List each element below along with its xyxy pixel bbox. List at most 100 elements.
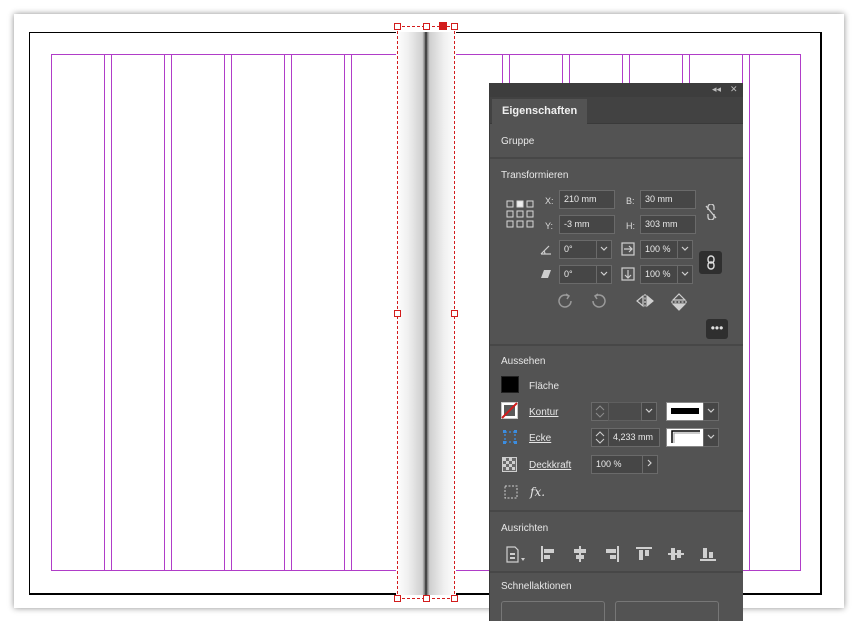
- corner-shape-dropdown[interactable]: [703, 428, 719, 447]
- column-guide: [749, 55, 750, 570]
- opacity-checker-icon: [502, 457, 517, 472]
- panel-title-bar[interactable]: ◂◂ ✕: [490, 83, 743, 97]
- reference-point-icon[interactable]: [506, 200, 534, 228]
- stroke-type-preview: [671, 408, 699, 414]
- stepper-arrows-icon: [595, 405, 605, 418]
- rotate-counterclockwise-icon[interactable]: [590, 292, 608, 310]
- close-panel-icon[interactable]: ✕: [730, 84, 738, 95]
- quick-action-button-2[interactable]: [615, 601, 719, 621]
- rotation-angle-dropdown[interactable]: [596, 240, 612, 259]
- chevron-down-icon: [645, 408, 653, 413]
- y-label: Y:: [545, 221, 554, 231]
- opacity-label[interactable]: Deckkraft: [529, 460, 571, 471]
- transform-section-title: Transformieren: [501, 170, 569, 181]
- corner-size-stepper[interactable]: [591, 428, 609, 447]
- x-position-field[interactable]: 210 mm: [559, 190, 615, 209]
- ellipsis-icon: •••: [710, 321, 724, 335]
- effects-fx-button[interactable]: fx.: [530, 485, 545, 499]
- align-horizontal-centers-icon[interactable]: [572, 546, 588, 562]
- shear-angle-dropdown[interactable]: [596, 265, 612, 284]
- rotate-clockwise-icon[interactable]: [556, 292, 574, 310]
- stroke-weight-field[interactable]: [608, 402, 642, 421]
- scale-y-dropdown[interactable]: [677, 265, 693, 284]
- selection-handle-top-left[interactable]: [394, 23, 401, 30]
- x-label: X:: [545, 196, 554, 206]
- scale-x-icon: [621, 242, 635, 256]
- h-label: H:: [626, 221, 635, 231]
- section-divider: [490, 510, 743, 512]
- tab-eigenschaften[interactable]: Eigenschaften: [492, 99, 587, 124]
- chevron-down-icon: [600, 271, 608, 276]
- stroke-weight-dropdown[interactable]: [641, 402, 657, 421]
- chevron-down-icon: [681, 246, 689, 251]
- stroke-weight-stepper[interactable]: [591, 402, 609, 421]
- shear-angle-field[interactable]: 0°: [559, 265, 597, 284]
- reference-point-marker[interactable]: [439, 22, 447, 30]
- text-wrap-frame-icon[interactable]: [504, 485, 518, 499]
- align-vertical-centers-icon[interactable]: [668, 546, 684, 562]
- width-field[interactable]: 30 mm: [640, 190, 696, 209]
- align-to-selection-icon[interactable]: [505, 546, 527, 564]
- opacity-slider-button[interactable]: [642, 455, 658, 474]
- chevron-down-icon: [707, 434, 715, 439]
- collapse-panel-icon[interactable]: ◂◂: [712, 84, 721, 95]
- selection-handle-bottom-center[interactable]: [423, 595, 430, 602]
- align-right-edges-icon[interactable]: [604, 546, 620, 562]
- section-divider: [490, 157, 743, 159]
- fill-label: Fläche: [529, 381, 560, 392]
- scale-y-icon: [621, 267, 635, 281]
- quick-action-button-1[interactable]: [501, 601, 605, 621]
- align-section-title: Ausrichten: [501, 523, 549, 534]
- stroke-type-selector[interactable]: [666, 402, 704, 421]
- fill-swatch[interactable]: [501, 376, 519, 393]
- constrain-scale-button[interactable]: [699, 251, 722, 274]
- selection-bounding-box[interactable]: [397, 26, 455, 599]
- chain-link-icon: [706, 255, 715, 270]
- selection-handle-bottom-right[interactable]: [451, 595, 458, 602]
- rotation-angle-icon: [540, 245, 551, 255]
- column-guide: [351, 55, 352, 570]
- scale-x-field[interactable]: 100 %: [640, 240, 678, 259]
- corner-shape-selector[interactable]: [666, 428, 704, 447]
- panel-tab-bar: Eigenschaften: [490, 97, 743, 124]
- rotation-angle-field[interactable]: 0°: [559, 240, 597, 259]
- corner-options-icon[interactable]: [502, 429, 518, 445]
- chevron-right-icon: [647, 459, 652, 467]
- quick-actions-section-title: Schnellaktionen: [501, 581, 572, 592]
- selection-handle-top-center[interactable]: [423, 23, 430, 30]
- align-bottom-edges-icon[interactable]: [700, 546, 716, 562]
- section-divider: [490, 571, 743, 573]
- align-top-edges-icon[interactable]: [636, 546, 652, 562]
- selection-handle-bottom-left[interactable]: [394, 595, 401, 602]
- column-guide: [104, 55, 105, 570]
- shear-angle-icon: [541, 270, 551, 278]
- left-page-margins: [51, 54, 403, 571]
- y-position-field[interactable]: -3 mm: [559, 215, 615, 234]
- stroke-type-dropdown[interactable]: [703, 402, 719, 421]
- scale-y-field[interactable]: 100 %: [640, 265, 678, 284]
- properties-panel: ◂◂ ✕ Eigenschaften Gruppe Transformieren…: [489, 83, 743, 621]
- corner-size-field[interactable]: 4,233 mm: [608, 428, 660, 447]
- flip-vertical-icon[interactable]: [670, 292, 688, 312]
- column-guide: [284, 55, 285, 570]
- stroke-swatch[interactable]: [501, 402, 518, 419]
- column-guide: [111, 55, 112, 570]
- column-guide: [291, 55, 292, 570]
- corner-shape-preview: [671, 430, 700, 443]
- selection-handle-top-right[interactable]: [451, 23, 458, 30]
- corner-label[interactable]: Ecke: [529, 433, 551, 444]
- opacity-field[interactable]: 100 %: [591, 455, 643, 474]
- align-left-edges-icon[interactable]: [540, 546, 556, 562]
- w-label: B:: [626, 196, 635, 206]
- stroke-label[interactable]: Kontur: [529, 407, 558, 418]
- chevron-down-icon: [707, 408, 715, 413]
- selection-handle-middle-right[interactable]: [451, 310, 458, 317]
- scale-x-dropdown[interactable]: [677, 240, 693, 259]
- flip-horizontal-icon[interactable]: [635, 293, 655, 309]
- column-guide: [224, 55, 225, 570]
- constrain-proportions-icon[interactable]: [704, 204, 718, 220]
- selection-handle-middle-left[interactable]: [394, 310, 401, 317]
- chevron-down-icon: [600, 246, 608, 251]
- more-options-button[interactable]: •••: [706, 319, 728, 339]
- height-field[interactable]: 303 mm: [640, 215, 696, 234]
